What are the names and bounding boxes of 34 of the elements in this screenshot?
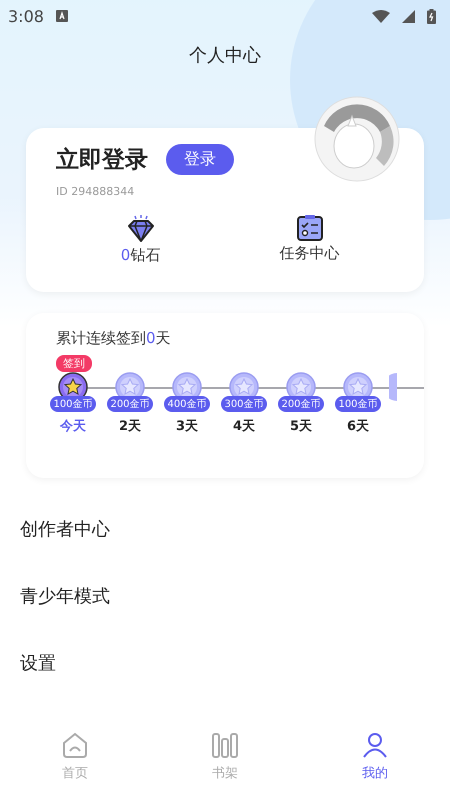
user-id: ID 294888344 [56,185,136,198]
checkin-streak: 累计连续签到0天 [56,329,172,348]
login-prompt: 立即登录 [56,146,148,175]
day-label: 4天 [232,418,256,435]
menu-item[interactable]: 创作者中心 [20,508,430,575]
page-title: 个人中心 [188,44,262,68]
coin-reward: 200金币 [107,396,153,412]
status-time: 3:08 [8,6,44,26]
login-button[interactable]: 登录 [166,144,234,175]
coin-reward: 200金币 [278,396,324,412]
wifi-icon [372,10,390,22]
tab[interactable]: 我的 [300,722,450,800]
keyboard-icon [56,10,68,22]
coin-reward: 300金币 [221,396,267,412]
battery-icon [427,8,436,24]
diamond-icon[interactable] [126,214,156,244]
day-label: 今天 [60,418,86,435]
day-label: 6天 [346,418,370,435]
signal-icon [402,10,415,22]
day-label: 2天 [118,418,142,435]
coin-reward: 100金币 [335,396,381,412]
checklist-icon[interactable] [296,214,324,242]
books-icon [210,730,240,760]
day-label: 3天 [176,418,198,435]
coin-icon [389,372,397,402]
stat-label[interactable]: 0钻石 [120,246,160,265]
menu-item[interactable]: 设置 [20,642,430,709]
checkin-badge[interactable]: 签到 [56,355,92,372]
coin-reward: 100金币 [50,396,96,412]
menu-item[interactable]: 青少年模式 [20,575,430,642]
home-icon [60,730,90,760]
day-label: 5天 [290,418,312,435]
coin-reward: 400金币 [164,396,210,412]
stat-label[interactable]: 任务中心 [280,244,340,263]
